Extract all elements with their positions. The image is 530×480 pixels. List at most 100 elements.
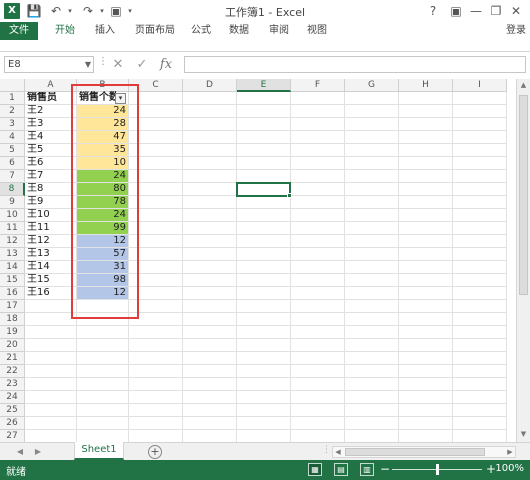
- cell-f25[interactable]: [291, 404, 345, 417]
- cell-i18[interactable]: [453, 313, 507, 326]
- scroll-left-icon[interactable]: ◀: [333, 447, 343, 457]
- scroll-right-icon[interactable]: ▶: [505, 447, 515, 457]
- cell-a24[interactable]: [25, 391, 77, 404]
- cell-a18[interactable]: [25, 313, 77, 326]
- column-header-h[interactable]: H: [399, 79, 453, 92]
- cell-f10[interactable]: [291, 209, 345, 222]
- row-header-20[interactable]: 20: [0, 339, 25, 352]
- cell-c26[interactable]: [129, 417, 183, 430]
- cell-d6[interactable]: [183, 157, 237, 170]
- cell-f9[interactable]: [291, 196, 345, 209]
- cell-d14[interactable]: [183, 261, 237, 274]
- cell-f2[interactable]: [291, 105, 345, 118]
- cell-e16[interactable]: [237, 287, 291, 300]
- cell-i6[interactable]: [453, 157, 507, 170]
- cell-i27[interactable]: [453, 430, 507, 442]
- cell-a13[interactable]: 王13: [25, 248, 77, 261]
- cell-h23[interactable]: [399, 378, 453, 391]
- row-header-17[interactable]: 17: [0, 300, 25, 313]
- cell-f26[interactable]: [291, 417, 345, 430]
- row-header-7[interactable]: 7: [0, 170, 25, 183]
- cell-i21[interactable]: [453, 352, 507, 365]
- cell-d10[interactable]: [183, 209, 237, 222]
- vertical-scroll-thumb[interactable]: [519, 95, 528, 295]
- cell-f13[interactable]: [291, 248, 345, 261]
- cell-i22[interactable]: [453, 365, 507, 378]
- cell-e9[interactable]: [237, 196, 291, 209]
- row-header-19[interactable]: 19: [0, 326, 25, 339]
- confirm-entry-icon[interactable]: ✓: [132, 56, 152, 73]
- cell-b23[interactable]: [77, 378, 129, 391]
- cell-i24[interactable]: [453, 391, 507, 404]
- cell-e4[interactable]: [237, 131, 291, 144]
- scroll-up-icon[interactable]: ▲: [517, 79, 530, 92]
- cell-g11[interactable]: [345, 222, 399, 235]
- sheet-next-icon[interactable]: ▶: [32, 445, 44, 459]
- cell-d4[interactable]: [183, 131, 237, 144]
- cell-i9[interactable]: [453, 196, 507, 209]
- cell-b19[interactable]: [77, 326, 129, 339]
- zoom-level[interactable]: 100%: [495, 463, 524, 474]
- zoom-slider-thumb[interactable]: [436, 464, 439, 475]
- cell-h3[interactable]: [399, 118, 453, 131]
- cell-d11[interactable]: [183, 222, 237, 235]
- tab-view[interactable]: 视图: [300, 22, 334, 40]
- formula-input[interactable]: [184, 56, 526, 73]
- cell-g6[interactable]: [345, 157, 399, 170]
- cell-i16[interactable]: [453, 287, 507, 300]
- row-header-24[interactable]: 24: [0, 391, 25, 404]
- cell-g13[interactable]: [345, 248, 399, 261]
- row-header-15[interactable]: 15: [0, 274, 25, 287]
- cell-d13[interactable]: [183, 248, 237, 261]
- scroll-down-icon[interactable]: ▼: [517, 428, 530, 441]
- cell-e2[interactable]: [237, 105, 291, 118]
- cell-c22[interactable]: [129, 365, 183, 378]
- cell-f4[interactable]: [291, 131, 345, 144]
- cell-b27[interactable]: [77, 430, 129, 442]
- cell-c20[interactable]: [129, 339, 183, 352]
- cell-f8[interactable]: [291, 183, 345, 196]
- cell-e23[interactable]: [237, 378, 291, 391]
- tab-page-layout[interactable]: 页面布局: [128, 22, 182, 40]
- cell-i1[interactable]: [453, 92, 507, 105]
- tab-data[interactable]: 数据: [222, 22, 256, 40]
- cell-h1[interactable]: [399, 92, 453, 105]
- cell-h8[interactable]: [399, 183, 453, 196]
- tab-formulas[interactable]: 公式: [186, 22, 216, 40]
- cell-f20[interactable]: [291, 339, 345, 352]
- row-header-3[interactable]: 3: [0, 118, 25, 131]
- row-header-10[interactable]: 10: [0, 209, 25, 222]
- cell-g27[interactable]: [345, 430, 399, 442]
- cell-e19[interactable]: [237, 326, 291, 339]
- cell-a25[interactable]: [25, 404, 77, 417]
- cell-h21[interactable]: [399, 352, 453, 365]
- cell-f27[interactable]: [291, 430, 345, 442]
- cell-e18[interactable]: [237, 313, 291, 326]
- cell-h25[interactable]: [399, 404, 453, 417]
- cell-h20[interactable]: [399, 339, 453, 352]
- cell-g23[interactable]: [345, 378, 399, 391]
- cell-d23[interactable]: [183, 378, 237, 391]
- minimize-icon[interactable]: —: [467, 2, 485, 20]
- cell-g20[interactable]: [345, 339, 399, 352]
- insert-function-button[interactable]: fx: [156, 56, 176, 73]
- cell-i7[interactable]: [453, 170, 507, 183]
- cell-e17[interactable]: [237, 300, 291, 313]
- cancel-entry-icon[interactable]: ✕: [108, 56, 128, 73]
- cell-a26[interactable]: [25, 417, 77, 430]
- cell-g26[interactable]: [345, 417, 399, 430]
- cell-g2[interactable]: [345, 105, 399, 118]
- row-header-4[interactable]: 4: [0, 131, 25, 144]
- cell-d8[interactable]: [183, 183, 237, 196]
- cell-a14[interactable]: 王14: [25, 261, 77, 274]
- cell-f24[interactable]: [291, 391, 345, 404]
- cell-h15[interactable]: [399, 274, 453, 287]
- cell-e27[interactable]: [237, 430, 291, 442]
- cell-d1[interactable]: [183, 92, 237, 105]
- row-header-6[interactable]: 6: [0, 157, 25, 170]
- cell-d25[interactable]: [183, 404, 237, 417]
- cell-a3[interactable]: 王3: [25, 118, 77, 131]
- cell-d12[interactable]: [183, 235, 237, 248]
- cell-f15[interactable]: [291, 274, 345, 287]
- sheet-tab-sheet1[interactable]: Sheet1: [74, 442, 124, 460]
